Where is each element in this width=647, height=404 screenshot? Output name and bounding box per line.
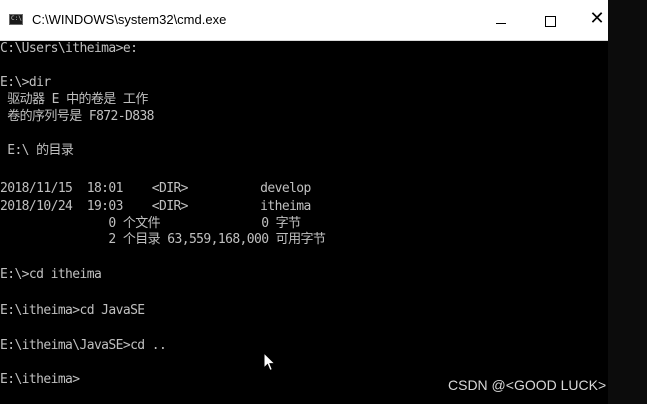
maximize-icon xyxy=(545,16,556,27)
console-line: E:\>cd itheima xyxy=(0,267,102,282)
minimize-button[interactable] xyxy=(478,0,524,40)
console-line: C:\Users\itheima>e: xyxy=(0,41,138,56)
console-line: E:\ 的目录 xyxy=(0,143,74,158)
watermark-text: CSDN @<GOOD LUCK> xyxy=(448,377,607,393)
close-icon: ✕ xyxy=(589,8,605,29)
cmd-window: C:\ C:\WINDOWS\system32\cmd.exe ✕ C:\Use… xyxy=(0,0,608,404)
console-line: 2018/10/24 19:03 <DIR> itheima xyxy=(0,199,311,214)
console-line: 0 个文件 0 字节 xyxy=(0,216,301,231)
console-prompt[interactable]: E:\itheima> xyxy=(0,372,80,388)
maximize-button[interactable] xyxy=(527,0,573,40)
console-line: 卷的序列号是 F872-D838 xyxy=(0,109,154,124)
console-line: E:\itheima\JavaSE>cd .. xyxy=(0,338,167,353)
title-bar[interactable]: C:\ C:\WINDOWS\system32\cmd.exe ✕ xyxy=(0,0,608,41)
console-output[interactable]: C:\Users\itheima>e: E:\>dir 驱动器 E 中的卷是 工… xyxy=(0,41,608,404)
console-line: 2 个目录 63,559,168,000 可用字节 xyxy=(0,232,326,247)
minimize-icon xyxy=(496,23,506,24)
console-line: 驱动器 E 中的卷是 工作 xyxy=(0,92,148,107)
cmd-console-icon-glyph: C:\ xyxy=(11,15,22,22)
console-line: 2018/11/15 18:01 <DIR> develop xyxy=(0,181,311,196)
cmd-console-icon[interactable]: C:\ xyxy=(9,14,23,25)
console-line: E:\>dir xyxy=(0,75,51,90)
window-title: C:\WINDOWS\system32\cmd.exe xyxy=(32,12,227,27)
mouse-pointer-icon xyxy=(263,352,277,372)
console-line: E:\itheima>cd JavaSE xyxy=(0,303,145,318)
close-button[interactable]: ✕ xyxy=(574,0,620,40)
